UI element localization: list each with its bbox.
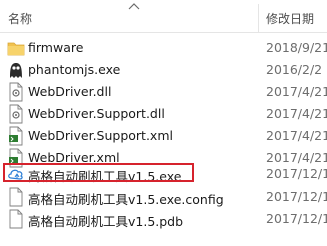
file-name: WebDriver.dll bbox=[28, 84, 112, 99]
column-divider[interactable] bbox=[258, 4, 259, 32]
file-name: 高格自动刷机工具v1.5.pdb bbox=[28, 214, 184, 229]
dll-file-icon bbox=[9, 104, 23, 124]
file-date: 2017/12/1 bbox=[266, 211, 327, 226]
phantom-exe-icon bbox=[10, 63, 22, 78]
config-file-icon bbox=[9, 187, 23, 207]
file-date: 2017/4/21 bbox=[266, 128, 327, 143]
file-row-webdriver-support-xml[interactable]: WebDriver.Support.xml 2017/4/21 bbox=[0, 125, 327, 147]
pdb-file-icon bbox=[9, 209, 23, 229]
folder-icon bbox=[7, 42, 25, 56]
file-row-webdriver-support-dll[interactable]: WebDriver.Support.dll 2017/4/21 bbox=[0, 103, 327, 125]
file-name: firmware bbox=[28, 40, 84, 55]
date-column-header[interactable]: 修改日期 bbox=[266, 10, 314, 27]
file-name: 高格自动刷机工具v1.5.exe.config bbox=[28, 192, 224, 207]
highlight-box bbox=[3, 163, 194, 182]
name-column-header[interactable]: 名称 bbox=[8, 10, 32, 27]
file-name: phantomjs.exe bbox=[28, 62, 121, 77]
file-date: 2017/12/1 bbox=[266, 166, 327, 181]
file-date: 2018/9/21 bbox=[266, 40, 327, 55]
file-date: 2017/12/1 bbox=[266, 189, 327, 204]
file-row-webdriver-dll[interactable]: WebDriver.dll 2017/4/21 bbox=[0, 81, 327, 103]
file-date: 2016/2/2 bbox=[266, 62, 323, 77]
xml-file-icon bbox=[9, 126, 23, 146]
file-name: WebDriver.Support.xml bbox=[28, 128, 173, 143]
file-name: WebDriver.Support.dll bbox=[28, 106, 165, 121]
file-date: 2017/4/21 bbox=[266, 84, 327, 99]
file-row-app-config[interactable]: 高格自动刷机工具v1.5.exe.config 2017/12/1 bbox=[0, 186, 327, 208]
file-row-app-pdb[interactable]: 高格自动刷机工具v1.5.pdb 2017/12/1 bbox=[0, 208, 327, 230]
file-date: 2017/4/21 bbox=[266, 106, 327, 121]
file-row-firmware[interactable]: firmware 2018/9/21 bbox=[0, 37, 327, 59]
sort-up-icon[interactable] bbox=[128, 2, 140, 10]
column-header: 名称 修改日期 bbox=[0, 0, 327, 33]
dll-file-icon bbox=[9, 82, 23, 102]
file-row-phantomjs[interactable]: phantomjs.exe 2016/2/2 bbox=[0, 59, 327, 81]
